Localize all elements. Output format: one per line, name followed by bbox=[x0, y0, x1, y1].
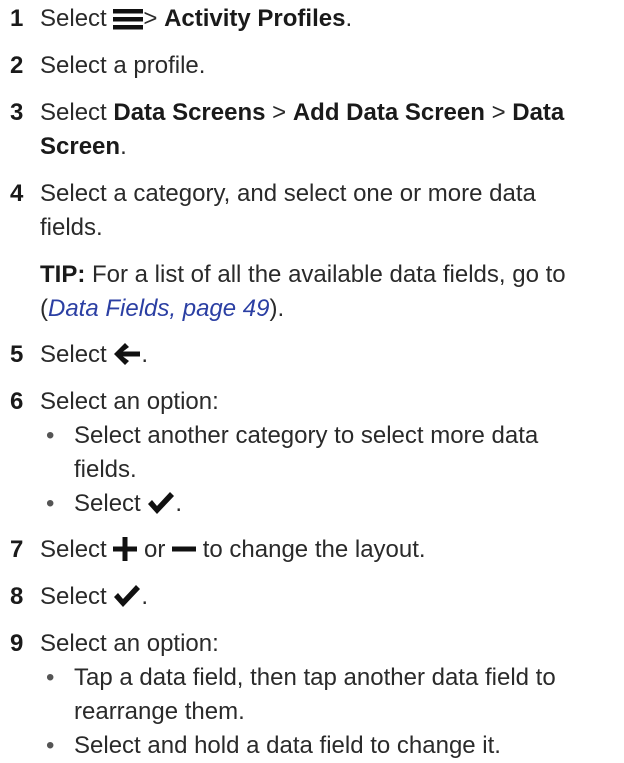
data-fields-link[interactable]: Data Fields, page 49 bbox=[48, 295, 269, 322]
step-text: Select a profile. bbox=[40, 52, 206, 79]
step-6: 6 Select an option: bbox=[0, 385, 624, 419]
back-arrow-icon bbox=[113, 339, 141, 373]
step-text-pre: Select bbox=[40, 341, 107, 368]
menu-item-data-screen: Data bbox=[512, 99, 565, 126]
bullet: • bbox=[46, 664, 55, 691]
checkmark-icon bbox=[113, 581, 141, 615]
list-item-line: rearrange them. bbox=[74, 698, 245, 725]
step-text-post: to change the layout. bbox=[202, 536, 426, 563]
list-item: • Select . bbox=[40, 487, 616, 521]
step-text: Select > Activity Profiles. bbox=[40, 2, 616, 37]
bullet: • bbox=[46, 732, 55, 759]
menu-item-add-data-screen: Add Data Screen bbox=[292, 99, 485, 126]
step-number: 1 bbox=[10, 5, 24, 32]
menu-item-activity-profiles: Activity Profiles bbox=[164, 5, 346, 32]
separator: > bbox=[143, 5, 158, 32]
step-number: 5 bbox=[10, 341, 24, 368]
separator: > bbox=[491, 99, 506, 126]
step-8: 8 Select . bbox=[0, 580, 624, 614]
step-text: Select . bbox=[40, 580, 616, 615]
step-9: 9 Select an option: bbox=[0, 627, 624, 661]
tip-text-line: For a list of all the available data fie… bbox=[85, 261, 566, 288]
menu-icon bbox=[113, 3, 144, 37]
bullet: • bbox=[46, 422, 55, 449]
step-text: Select . bbox=[40, 338, 616, 373]
step-text-pre: Select bbox=[40, 99, 107, 126]
tip-label: TIP: bbox=[40, 261, 86, 288]
step-text-pre: Select bbox=[74, 490, 141, 517]
list-item-line: fields. bbox=[74, 456, 137, 483]
punctuation: . bbox=[345, 5, 353, 32]
step-number: 2 bbox=[10, 52, 24, 79]
list-item-text: Select another category to select more d… bbox=[74, 419, 616, 487]
bullet: • bbox=[46, 490, 55, 517]
step-text-line: fields. bbox=[40, 214, 103, 241]
paren: ). bbox=[269, 295, 285, 322]
step-text-pre: Select bbox=[40, 536, 107, 563]
step-text: Select a category, and select one or mor… bbox=[40, 177, 616, 245]
punctuation: . bbox=[175, 490, 183, 517]
menu-item-data-screens: Data Screens bbox=[113, 99, 266, 126]
step-4: 4 Select a category, and select one or m… bbox=[0, 177, 624, 245]
step-text-pre: Select bbox=[40, 5, 107, 32]
step-3: 3 Select Data Screens > Add Data Screen … bbox=[0, 96, 624, 164]
list-item-line: Select another category to select more d… bbox=[74, 422, 539, 449]
step-text: Select Data Screens > Add Data Screen > … bbox=[40, 96, 616, 164]
punctuation: . bbox=[120, 133, 127, 160]
step-number: 3 bbox=[10, 99, 24, 126]
plus-icon bbox=[113, 534, 138, 568]
minus-icon bbox=[172, 534, 197, 568]
checkmark-icon bbox=[147, 488, 175, 522]
paren: ( bbox=[40, 295, 48, 322]
step-number: 6 bbox=[10, 388, 24, 415]
step-number: 9 bbox=[10, 630, 24, 657]
menu-item-data-screen-cont: Screen bbox=[40, 133, 121, 160]
step-7: 7 Select or to change the layout. bbox=[0, 533, 624, 567]
step-text-pre: Select bbox=[40, 583, 107, 610]
step-5: 5 Select . bbox=[0, 338, 624, 372]
step-number: 8 bbox=[10, 583, 24, 610]
step-text: Select an option: bbox=[40, 388, 219, 415]
list-item: • Select and hold a data field to change… bbox=[40, 729, 616, 763]
list-item-text: Select and hold a data field to change i… bbox=[74, 732, 501, 759]
punctuation: . bbox=[141, 341, 149, 368]
tip-note: TIP: For a list of all the available dat… bbox=[0, 258, 624, 326]
step-text: Select or to change the layout. bbox=[40, 533, 616, 568]
list-item-line: Tap a data field, then tap another data … bbox=[74, 664, 556, 691]
step-2: 2 Select a profile. bbox=[0, 49, 624, 83]
step-number: 4 bbox=[10, 180, 24, 207]
list-item: • Select another category to select more… bbox=[40, 419, 616, 487]
list-item: • Tap a data field, then tap another dat… bbox=[40, 661, 616, 729]
instruction-list: 1 Select > Activity Profiles. 2 Select a… bbox=[0, 0, 624, 759]
step-text-line: Select a category, and select one or mor… bbox=[40, 180, 536, 207]
step-1: 1 Select > Activity Profiles. bbox=[0, 2, 624, 36]
separator: > bbox=[272, 99, 287, 126]
tip-text: TIP: For a list of all the available dat… bbox=[40, 258, 616, 326]
list-item-text: Select . bbox=[74, 487, 616, 522]
list-item-text: Tap a data field, then tap another data … bbox=[74, 661, 616, 729]
step-text: Select an option: bbox=[40, 630, 219, 657]
punctuation: . bbox=[141, 583, 149, 610]
conjunction: or bbox=[144, 536, 166, 563]
step-number: 7 bbox=[10, 536, 24, 563]
